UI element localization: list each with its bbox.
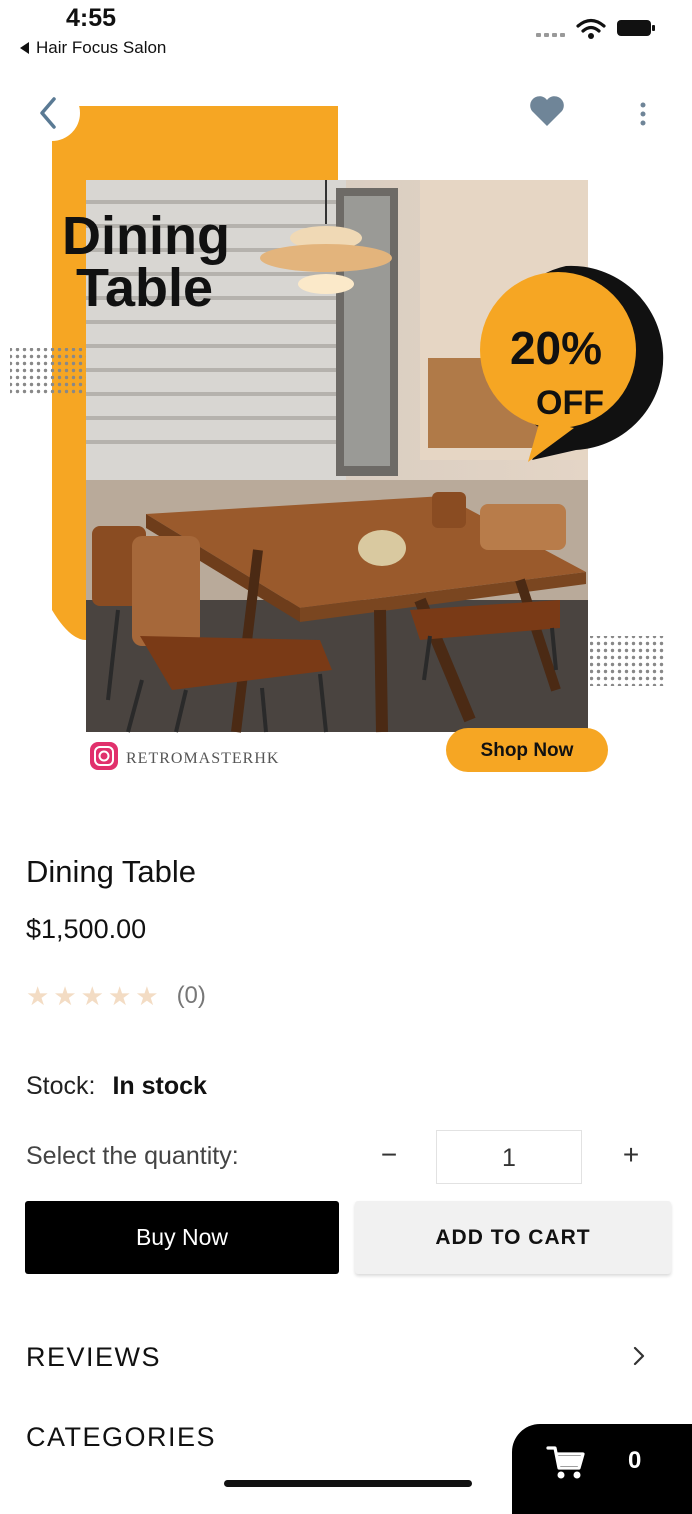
stock-label: Stock: — [26, 1072, 96, 1100]
star-icon: ★ — [53, 981, 77, 1011]
product-price: $1,500.00 — [26, 914, 147, 944]
status-time: 4:55 — [66, 4, 117, 32]
promo-headline-line1: Dining — [62, 206, 230, 266]
quantity-decrease-button[interactable]: − — [372, 1138, 406, 1172]
cart-count: 0 — [628, 1447, 642, 1474]
reviews-heading: REVIEWS — [26, 1342, 162, 1372]
back-button[interactable] — [24, 85, 80, 141]
wifi-icon — [576, 18, 606, 39]
cart-button[interactable] — [512, 1424, 692, 1514]
star-icon: ★ — [135, 981, 159, 1011]
review-count: (0) — [176, 982, 206, 1009]
product-hero-image: Dining Table 20% OFF RETROMASTERHK Shop … — [10, 106, 666, 772]
stock-value: In stock — [112, 1072, 207, 1100]
signal-icon — [536, 33, 565, 37]
home-indicator — [224, 1480, 472, 1487]
status-bar: 4:55 Hair Focus Salon — [0, 0, 692, 64]
reviews-section-row[interactable]: REVIEWS — [26, 1334, 656, 1380]
promo-headline-line2: Table — [76, 258, 213, 318]
discount-off: OFF — [536, 384, 604, 422]
chevron-left-icon — [40, 97, 56, 129]
chevron-right-icon — [633, 1346, 645, 1366]
shop-now-label: Shop Now — [481, 740, 574, 761]
back-app-label: Hair Focus Salon — [36, 38, 167, 57]
more-options-button[interactable] — [638, 101, 648, 127]
cart-icon — [546, 1446, 585, 1479]
quantity-input[interactable]: 1 — [436, 1130, 582, 1184]
product-title: Dining Table — [26, 854, 197, 889]
stock-status: Stock: In stock — [26, 1072, 207, 1101]
back-to-app-link[interactable]: Hair Focus Salon — [20, 38, 166, 58]
instagram-icon — [90, 742, 118, 770]
favorite-button[interactable] — [528, 94, 566, 128]
quantity-increase-button[interactable]: + — [614, 1138, 648, 1172]
star-icon: ★ — [107, 981, 132, 1011]
star-icon: ★ — [26, 981, 50, 1011]
add-to-cart-button[interactable]: ADD TO CART — [355, 1201, 671, 1274]
instagram-handle: RETROMASTERHK — [126, 750, 279, 767]
star-icon: ★ — [80, 981, 104, 1011]
rating[interactable]: ★ ★ ★ ★ ★ (0) — [26, 982, 206, 1010]
quantity-label: Select the quantity: — [26, 1142, 239, 1170]
discount-percent: 20% — [510, 322, 602, 374]
buy-now-button[interactable]: Buy Now — [25, 1201, 339, 1274]
battery-icon — [617, 20, 655, 36]
back-triangle-icon — [20, 42, 29, 54]
categories-heading[interactable]: CATEGORIES — [26, 1422, 216, 1453]
